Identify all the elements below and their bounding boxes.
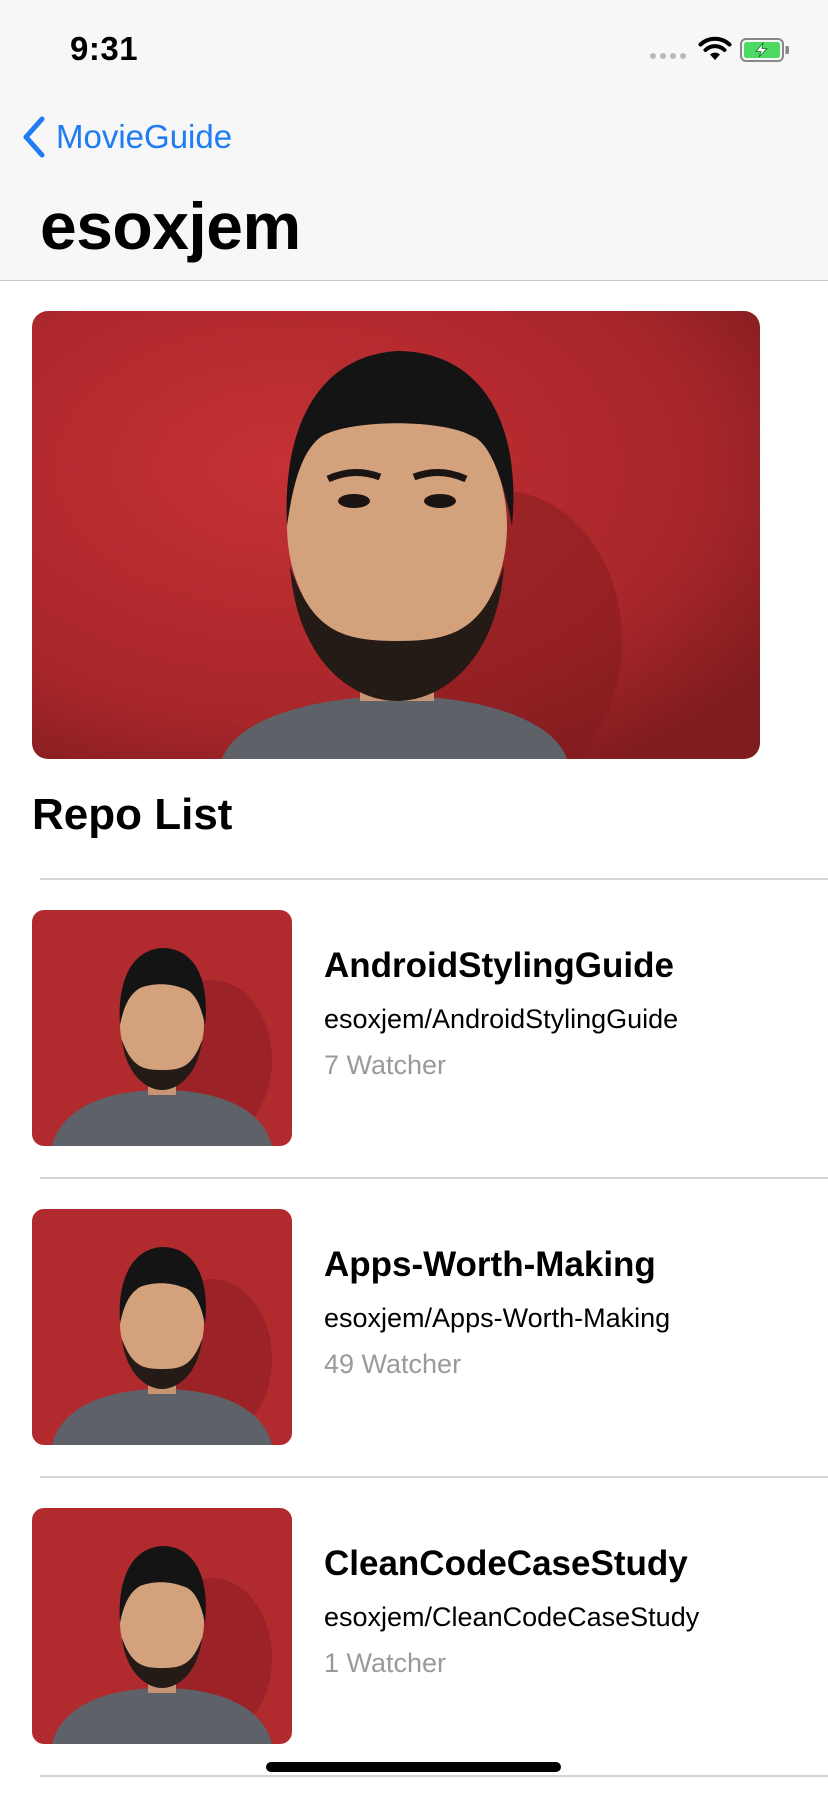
separator xyxy=(40,1775,828,1777)
status-time: 9:31 xyxy=(70,30,139,67)
repo-watchers: 7 Watcher xyxy=(324,1050,447,1080)
repo-watchers: 49 Watcher xyxy=(324,1349,462,1379)
profile-photo xyxy=(32,311,760,759)
navigation-bar: MovieGuide esoxjem xyxy=(0,100,828,281)
separator xyxy=(40,1476,828,1478)
repo-name: CleanCodeCaseStudy xyxy=(324,1544,688,1583)
back-button[interactable]: MovieGuide xyxy=(22,112,232,162)
person-photo-icon xyxy=(32,1508,292,1744)
home-indicator[interactable] xyxy=(266,1762,561,1772)
wifi-icon xyxy=(698,36,732,60)
person-photo-icon xyxy=(32,311,760,759)
repo-thumbnail xyxy=(32,910,292,1146)
person-photo-icon xyxy=(32,1209,292,1445)
chevron-left-icon xyxy=(23,116,45,158)
repo-thumbnail xyxy=(32,1508,292,1744)
separator xyxy=(40,1177,828,1179)
repo-row[interactable]: Apps-Worth-Making esoxjem/Apps-Worth-Mak… xyxy=(0,1209,828,1507)
repo-name: Apps-Worth-Making xyxy=(324,1245,656,1284)
section-title: Repo List xyxy=(32,790,233,839)
status-bar: 9:31 xyxy=(0,0,828,100)
repo-row[interactable]: AndroidStylingGuide esoxjem/AndroidStyli… xyxy=(0,910,828,1208)
repo-thumbnail xyxy=(32,1209,292,1445)
repo-full-name: esoxjem/Apps-Worth-Making xyxy=(324,1303,671,1333)
cellular-signal-icon xyxy=(650,53,686,59)
repo-full-name: esoxjem/AndroidStylingGuide xyxy=(324,1004,679,1034)
separator xyxy=(40,878,828,880)
repo-watchers: 1 Watcher xyxy=(324,1648,447,1678)
repo-name: AndroidStylingGuide xyxy=(324,946,674,985)
person-photo-icon xyxy=(32,910,292,1146)
repo-full-name: esoxjem/CleanCodeCaseStudy xyxy=(324,1602,700,1632)
page-title: esoxjem xyxy=(40,189,301,263)
battery-icon xyxy=(740,38,789,62)
back-button-label: MovieGuide xyxy=(56,118,233,155)
